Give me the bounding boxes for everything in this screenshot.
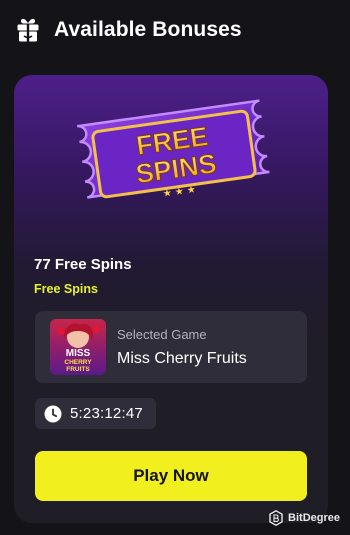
free-spins-banner: FREE SPINS ★ ★ ★ xyxy=(62,95,286,213)
bonus-title: 77 Free Spins xyxy=(34,256,132,273)
bonus-type: Free Spins xyxy=(34,282,98,296)
thumb-line1: MISS xyxy=(66,348,91,359)
countdown-timer: 5:23:12:47 xyxy=(35,398,156,429)
play-now-button[interactable]: Play Now xyxy=(35,451,307,501)
timer-value: 5:23:12:47 xyxy=(70,405,143,422)
selected-game-label: Selected Game xyxy=(117,327,207,342)
page-header: Available Bonuses xyxy=(16,14,242,46)
thumb-line2: CHERRY xyxy=(64,359,92,366)
bitdegree-logo-icon xyxy=(269,510,283,526)
selected-game[interactable]: MISS CHERRY FRUITS Selected Game Miss Ch… xyxy=(35,311,307,383)
watermark-text: BitDegree xyxy=(288,512,340,524)
bonus-card: FREE SPINS ★ ★ ★ 77 Free Spins Free Spin… xyxy=(14,75,328,523)
thumb-line3: FRUITS xyxy=(66,366,90,373)
page-title: Available Bonuses xyxy=(54,18,242,41)
clock-icon xyxy=(44,405,62,422)
selected-game-name: Miss Cherry Fruits xyxy=(117,350,247,367)
gift-icon xyxy=(17,18,39,42)
game-thumbnail: MISS CHERRY FRUITS xyxy=(50,319,106,375)
bitdegree-watermark: BitDegree xyxy=(269,510,340,526)
